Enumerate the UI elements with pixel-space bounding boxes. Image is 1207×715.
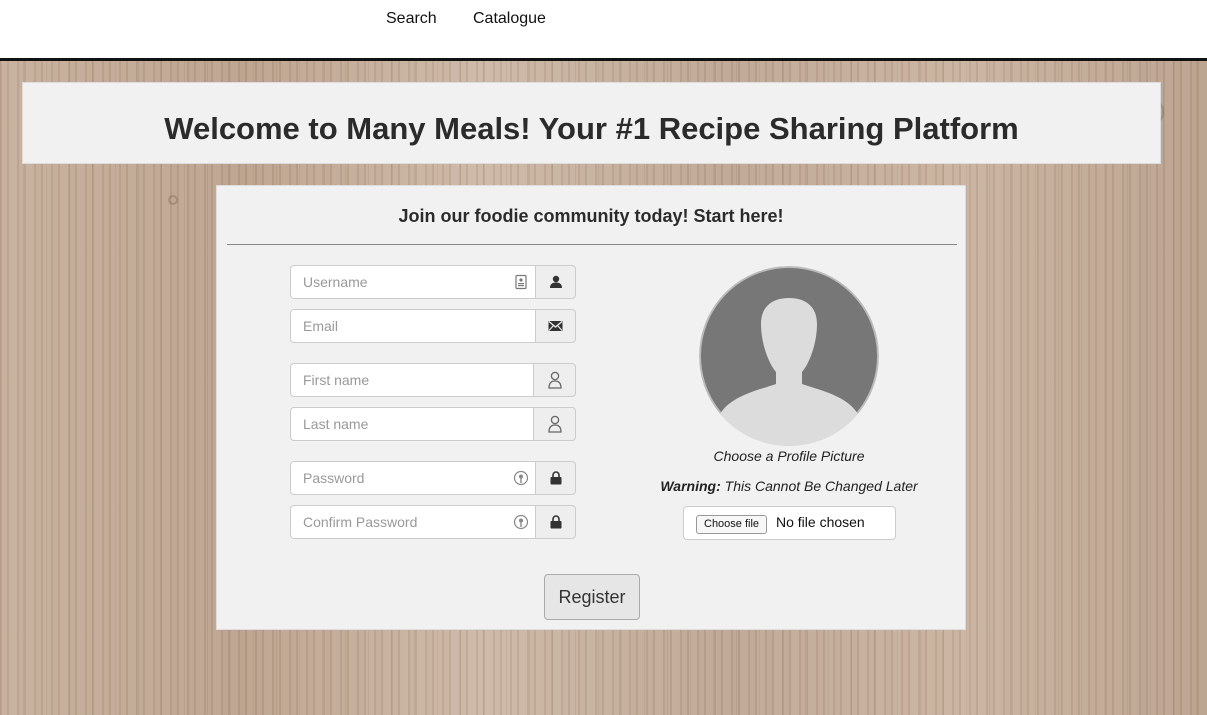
username-addon [536, 265, 576, 299]
email-input[interactable] [290, 309, 536, 343]
person-outline-icon [547, 371, 562, 389]
confirm-password-group [290, 505, 576, 539]
lock-icon [550, 515, 561, 529]
warning-text: This Cannot Be Changed Later [720, 478, 918, 494]
email-addon [536, 309, 576, 343]
registration-form: Join our foodie community today! Start h… [216, 185, 966, 630]
password-key-icon [513, 470, 529, 486]
username-group [290, 265, 576, 299]
top-nav: Search Catalogue [0, 0, 1207, 61]
profile-picture-placeholder [699, 266, 879, 446]
avatar-silhouette-icon [699, 266, 879, 446]
warning-label: Warning: [660, 478, 721, 494]
lock-icon [550, 471, 561, 485]
wood-knot [168, 195, 178, 205]
page-title: Welcome to Many Meals! Your #1 Recipe Sh… [164, 111, 1019, 146]
last-name-group [290, 407, 576, 441]
first-name-addon [534, 363, 576, 397]
file-status: No file chosen [776, 514, 865, 530]
profile-warning: Warning: This Cannot Be Changed Later [649, 478, 929, 494]
password-input[interactable] [290, 461, 536, 495]
username-input[interactable] [290, 265, 536, 299]
confirm-password-input[interactable] [290, 505, 536, 539]
divider [227, 244, 957, 245]
nav-search-link[interactable]: Search [386, 10, 437, 28]
first-name-input[interactable] [290, 363, 534, 397]
envelope-icon [548, 321, 563, 331]
file-input[interactable]: Choose file No file chosen [683, 506, 896, 540]
password-group [290, 461, 576, 495]
confirm-password-addon [536, 505, 576, 539]
form-subtitle: Join our foodie community today! Start h… [398, 206, 784, 226]
first-name-group [290, 363, 576, 397]
person-outline-icon [547, 415, 562, 433]
choose-file-button[interactable]: Choose file [696, 515, 768, 534]
nav-catalogue-link[interactable]: Catalogue [473, 10, 546, 28]
contact-card-icon [515, 274, 527, 290]
last-name-addon [534, 407, 576, 441]
welcome-banner: Welcome to Many Meals! Your #1 Recipe Sh… [22, 82, 1161, 164]
email-group [290, 309, 576, 343]
register-button[interactable]: Register [544, 574, 640, 620]
password-addon [536, 461, 576, 495]
last-name-input[interactable] [290, 407, 534, 441]
user-icon [549, 275, 562, 288]
profile-picture-caption: Choose a Profile Picture [713, 448, 865, 464]
password-key-icon [513, 514, 529, 530]
